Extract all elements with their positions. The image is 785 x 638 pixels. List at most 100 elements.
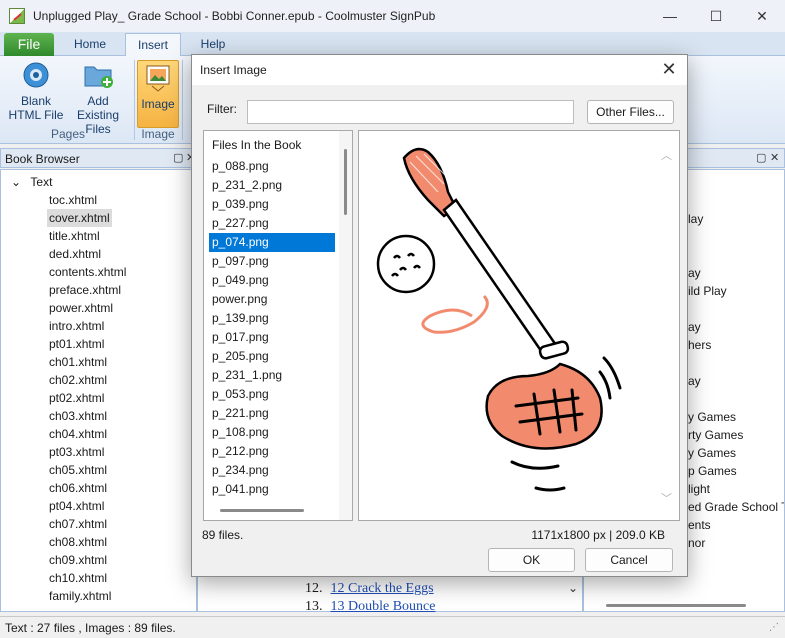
toc-panel-item[interactable]: nor xyxy=(688,536,705,550)
scrollbar-thumb[interactable] xyxy=(344,149,347,215)
toc-panel-item[interactable]: y Games xyxy=(688,446,736,460)
file-list-header: Files In the Book xyxy=(212,138,302,152)
close-window-button[interactable]: ✕ xyxy=(739,0,785,32)
group-label-image: Image xyxy=(141,127,175,141)
file-list-item[interactable]: p_108.png xyxy=(209,423,335,442)
tree-item-file[interactable]: ch02.xhtml xyxy=(47,371,109,389)
scroll-down-icon[interactable]: ⌄ xyxy=(568,581,578,595)
tree-item-file[interactable]: ch04.xhtml xyxy=(47,425,109,443)
tree-item-file[interactable]: ded.xhtml xyxy=(47,245,103,263)
toc-panel-item[interactable]: light xyxy=(688,482,710,496)
float-panel-icon[interactable]: ▢ xyxy=(756,151,766,164)
tree-item-file[interactable]: ch08.xhtml xyxy=(47,533,109,551)
resize-grip-icon[interactable]: ⋰ xyxy=(769,622,779,633)
file-list-item[interactable]: p_097.png xyxy=(209,252,335,271)
file-list-item[interactable]: p_053.png xyxy=(209,385,335,404)
insert-image-button[interactable]: Image xyxy=(137,60,179,128)
toc-panel-item[interactable]: ay xyxy=(688,320,701,334)
toc-panel-item[interactable]: ents xyxy=(688,518,711,532)
horizontal-scrollbar-thumb[interactable] xyxy=(220,509,304,512)
horizontal-scrollbar[interactable] xyxy=(606,604,746,607)
other-files-button[interactable]: Other Files... xyxy=(587,100,674,124)
insert-image-dialog: Insert Image ✕ Filter: Other Files... Fi… xyxy=(191,54,688,577)
tree-item-file[interactable]: title.xhtml xyxy=(47,227,102,245)
tree-item-file[interactable]: family.xhtml xyxy=(47,587,113,605)
filter-input[interactable] xyxy=(247,100,574,124)
status-text: Text : 27 files , Images : 89 files. xyxy=(5,621,176,635)
file-list-item[interactable]: p_041.png xyxy=(209,480,335,499)
tree-item-file[interactable]: toc.xhtml xyxy=(47,191,99,209)
file-list-item[interactable]: p_231_1.png xyxy=(209,366,335,385)
group-separator xyxy=(134,60,135,140)
file-list-item[interactable]: p_074.png xyxy=(209,233,335,252)
file-list-item[interactable]: p_205.png xyxy=(209,347,335,366)
folder-add-icon xyxy=(82,60,114,90)
tree-item-file[interactable]: preface.xhtml xyxy=(47,281,123,299)
toc-number: 12. xyxy=(305,581,323,596)
tree-item-file[interactable]: pt03.xhtml xyxy=(47,443,106,461)
file-list[interactable]: Files In the Book p_088.png p_231_2.png p_… xyxy=(203,130,353,521)
toc-panel-item[interactable]: lay xyxy=(688,212,703,226)
tree-item-file[interactable]: ch07.xhtml xyxy=(47,515,109,533)
toc-link[interactable]: 12 Crack the Eggs xyxy=(331,581,434,596)
toc-panel-item[interactable]: hers xyxy=(688,338,711,352)
tab-help[interactable]: Help xyxy=(186,33,240,56)
chevron-down-icon[interactable]: ⌄ xyxy=(11,175,21,189)
file-list-item[interactable]: p_049.png xyxy=(209,271,335,290)
maximize-button[interactable]: ☐ xyxy=(693,0,739,32)
toc-panel-item[interactable]: ed Grade School T xyxy=(688,500,784,514)
vertical-scrollbar[interactable] xyxy=(339,131,352,520)
toc-panel-item[interactable]: ay xyxy=(688,266,701,280)
cancel-button[interactable]: Cancel xyxy=(585,548,673,572)
tree-item-file[interactable]: ch01.xhtml xyxy=(47,353,109,371)
ok-button[interactable]: OK xyxy=(488,548,575,572)
filter-label: Filter: xyxy=(207,102,237,116)
file-list-item[interactable]: p_017.png xyxy=(209,328,335,347)
toc-link[interactable]: 13 Double Bounce xyxy=(331,599,436,614)
tree-item-file[interactable]: pt04.xhtml xyxy=(47,497,106,515)
toc-panel-item[interactable]: ay xyxy=(688,374,701,388)
dialog-close-button[interactable]: ✕ xyxy=(651,55,687,85)
minimize-button[interactable]: — xyxy=(647,0,693,32)
file-list-item[interactable]: p_088.png xyxy=(209,157,335,176)
add-existing-files-button[interactable]: Add Existing Files xyxy=(64,60,132,136)
tree-item-file[interactable]: ch09.xhtml xyxy=(47,551,109,569)
toc-number: 13. xyxy=(305,599,323,614)
close-panel-icon[interactable]: ✕ xyxy=(770,151,779,164)
app-logo-icon xyxy=(9,8,25,24)
toc-panel-item[interactable]: y Games xyxy=(688,410,736,424)
blank-line1: Blank xyxy=(20,94,52,108)
file-list-item[interactable]: p_227.png xyxy=(209,214,335,233)
tree-item-file[interactable]: pt01.xhtml xyxy=(47,335,106,353)
tab-insert[interactable]: Insert xyxy=(125,33,181,56)
tree-item-file[interactable]: intro.xhtml xyxy=(47,317,106,335)
blank-html-file-button[interactable]: Blank HTML File xyxy=(8,60,64,122)
tree-item-file[interactable]: power.xhtml xyxy=(47,299,115,317)
file-list-item[interactable]: p_139.png xyxy=(209,309,335,328)
file-list-item[interactable]: p_221.png xyxy=(209,404,335,423)
float-panel-icon[interactable]: ▢ xyxy=(173,151,183,164)
tree-item-file[interactable]: ch05.xhtml xyxy=(47,461,109,479)
toc-panel-item[interactable]: ild Play xyxy=(688,284,727,298)
tree-folder-label: Text xyxy=(30,175,53,189)
tree-folder-text[interactable]: ⌄ Text xyxy=(11,175,52,189)
file-list-item[interactable]: p_231_2.png xyxy=(209,176,335,195)
file-list-item[interactable]: p_039.png xyxy=(209,195,335,214)
tree-item-file[interactable]: ch06.xhtml xyxy=(47,479,109,497)
tree-item-file[interactable]: pt02.xhtml xyxy=(47,389,106,407)
tree-item-file[interactable]: ch10.xhtml xyxy=(47,569,109,587)
file-list-item[interactable]: p_234.png xyxy=(209,461,335,480)
file-list-item[interactable]: p_212.png xyxy=(209,442,335,461)
tab-home[interactable]: Home xyxy=(58,33,122,56)
toc-panel-item[interactable]: rty Games xyxy=(688,428,743,442)
tree-item-file[interactable]: contents.xhtml xyxy=(47,263,128,281)
globe-icon xyxy=(20,60,52,90)
tree-item-file[interactable]: cover.xhtml xyxy=(47,209,112,227)
tree-item-file[interactable]: ch03.xhtml xyxy=(47,407,109,425)
file-count: 89 files. xyxy=(202,528,244,542)
file-list-item[interactable]: power.png xyxy=(209,290,335,309)
window-title: Unplugged Play_ Grade School - Bobbi Con… xyxy=(33,9,436,23)
tab-file[interactable]: File xyxy=(4,33,54,56)
toc-entry: 13. 13 Double Bounce xyxy=(305,599,435,615)
toc-panel-item[interactable]: p Games xyxy=(688,464,737,478)
